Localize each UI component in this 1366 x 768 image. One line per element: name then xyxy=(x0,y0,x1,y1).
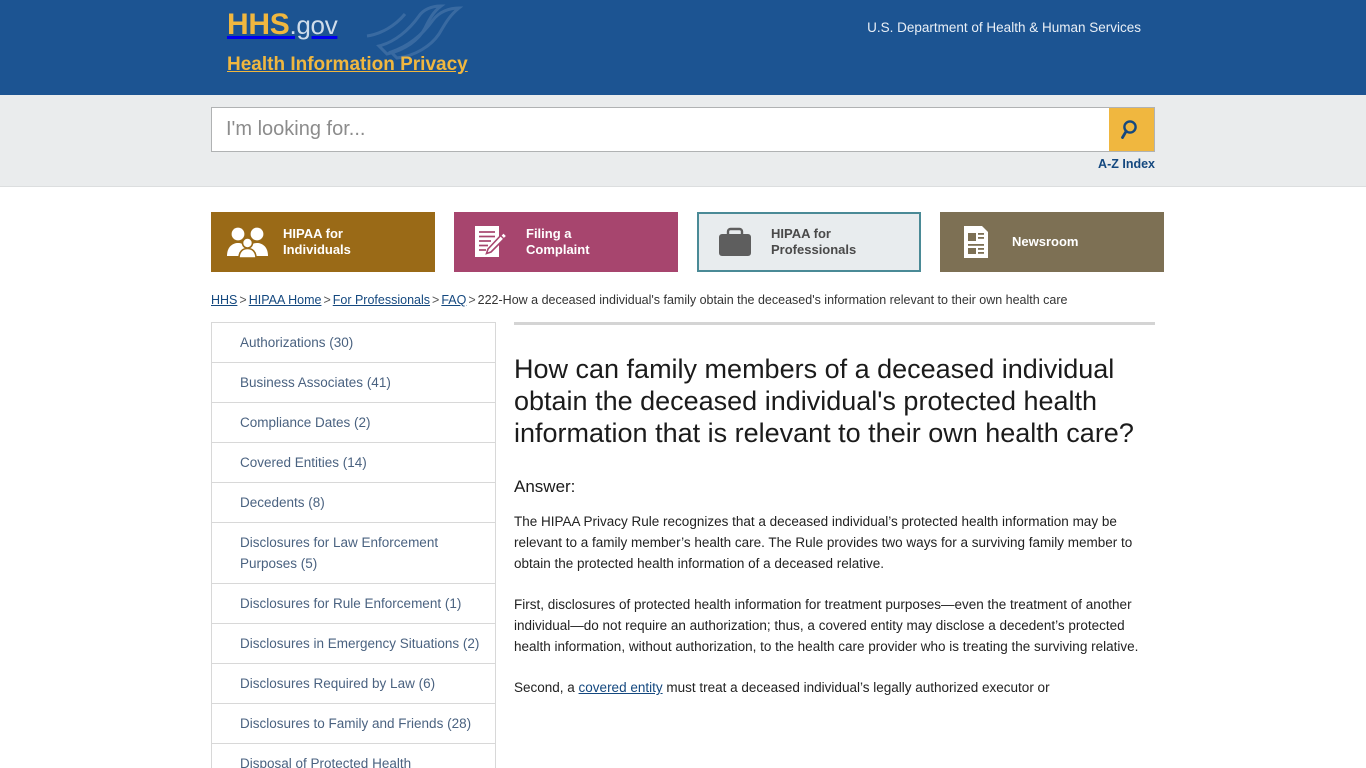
tile-label-line1: Newsroom xyxy=(1012,234,1079,249)
page-title: How can family members of a deceased ind… xyxy=(514,354,1134,448)
tile-filing-a-complaint[interactable]: Filing a Complaint xyxy=(454,212,678,272)
paragraph3-text-before: Second, a xyxy=(514,680,579,695)
tile-label-line2: Individuals xyxy=(283,242,351,257)
answer-paragraph-1: The HIPAA Privacy Rule recognizes that a… xyxy=(514,514,1133,571)
document-pencil-icon xyxy=(454,222,526,262)
tile-label-line1: HIPAA for xyxy=(283,226,343,241)
page-body: Authorizations (30) Business Associates … xyxy=(211,310,1155,768)
paragraph3-text-after: must treat a deceased individual’s legal… xyxy=(662,680,1050,695)
sidebar-item-decedents[interactable]: Decedents (8) xyxy=(212,483,495,523)
department-name: U.S. Department of Health & Human Servic… xyxy=(867,20,1141,35)
hhs-gov-logo-text: HHS.gov xyxy=(227,8,338,42)
breadcrumb-separator: > xyxy=(239,293,247,307)
search-icon xyxy=(1120,119,1137,139)
answer-label: Answer: xyxy=(514,477,576,496)
logo-suffix: .gov xyxy=(289,10,338,40)
tile-hipaa-for-individuals[interactable]: HIPAA for Individuals xyxy=(211,212,435,272)
sidebar-item-authorizations[interactable]: Authorizations (30) xyxy=(212,323,495,363)
sidebar-item-disclosures-emergency-situations[interactable]: Disclosures in Emergency Situations (2) xyxy=(212,624,495,664)
tile-label-newsroom: Newsroom xyxy=(1012,234,1084,250)
breadcrumb-separator: > xyxy=(468,293,476,307)
site-subtitle-link[interactable]: Health Information Privacy xyxy=(227,53,468,77)
search-band: A-Z Index xyxy=(0,95,1366,187)
tile-label-complaint: Filing a Complaint xyxy=(526,226,596,258)
a-z-index-link[interactable]: A-Z Index xyxy=(1098,157,1155,171)
tile-label-line1: HIPAA for xyxy=(771,226,831,241)
breadcrumb-separator: > xyxy=(323,293,331,307)
sidebar-item-disclosures-required-by-law[interactable]: Disclosures Required by Law (6) xyxy=(212,664,495,704)
breadcrumb-separator: > xyxy=(432,293,440,307)
tile-hipaa-for-professionals[interactable]: HIPAA for Professionals xyxy=(697,212,921,272)
faq-content: How can family members of a deceased ind… xyxy=(514,322,1155,768)
news-document-icon xyxy=(940,222,1012,262)
tile-label-line1: Filing a xyxy=(526,226,572,241)
sidebar-item-disclosures-rule-enforcement[interactable]: Disclosures for Rule Enforcement (1) xyxy=(212,584,495,624)
hhs-gov-logo-link[interactable]: HHS.gov xyxy=(227,8,338,42)
breadcrumb-link-hhs[interactable]: HHS xyxy=(211,293,237,307)
tile-label-line2: Complaint xyxy=(526,242,590,257)
logo-main: HHS xyxy=(227,8,290,41)
sidebar-item-disclosures-law-enforcement[interactable]: Disclosures for Law Enforcement Purposes… xyxy=(212,523,495,584)
breadcrumb: HHS > HIPAA Home > For Professionals > FAQ >222… xyxy=(211,272,1155,310)
sidebar-item-disposal-of-phi[interactable]: Disposal of Protected Health Information… xyxy=(212,744,495,768)
sidebar-item-disclosures-family-friends[interactable]: Disclosures to Family and Friends (28) xyxy=(212,704,495,744)
breadcrumb-current-page: 222-How a deceased individual's family o… xyxy=(477,293,1068,307)
tile-label-line2: Professionals xyxy=(771,242,857,257)
search-submit-button[interactable] xyxy=(1109,108,1154,151)
breadcrumb-link-hipaa-home[interactable]: HIPAA Home xyxy=(249,293,322,307)
faq-category-sidebar: Authorizations (30) Business Associates … xyxy=(211,322,496,768)
sidebar-item-compliance-dates[interactable]: Compliance Dates (2) xyxy=(212,403,495,443)
breadcrumb-link-for-professionals[interactable]: For Professionals xyxy=(333,293,430,307)
search-input[interactable] xyxy=(212,108,1109,151)
sidebar-item-covered-entities[interactable]: Covered Entities (14) xyxy=(212,443,495,483)
search-container xyxy=(211,107,1155,152)
sidebar-item-business-associates[interactable]: Business Associates (41) xyxy=(212,363,495,403)
people-icon xyxy=(211,225,283,259)
covered-entity-link[interactable]: covered entity xyxy=(579,680,663,695)
answer-paragraph-3: Second, a covered entity must treat a de… xyxy=(514,677,1155,698)
site-masthead: HHS.gov Health Information Privacy U.S. … xyxy=(0,0,1366,95)
tile-label-professionals: HIPAA for Professionals xyxy=(771,226,862,258)
primary-tile-nav: HIPAA for Individuals Filing a Complaint xyxy=(211,187,1164,272)
breadcrumb-link-faq[interactable]: FAQ xyxy=(441,293,466,307)
tile-label-individuals: HIPAA for Individuals xyxy=(283,226,357,258)
answer-paragraph-2: First, disclosures of protected health i… xyxy=(514,597,1139,654)
tile-newsroom[interactable]: Newsroom xyxy=(940,212,1164,272)
briefcase-icon xyxy=(699,225,771,259)
